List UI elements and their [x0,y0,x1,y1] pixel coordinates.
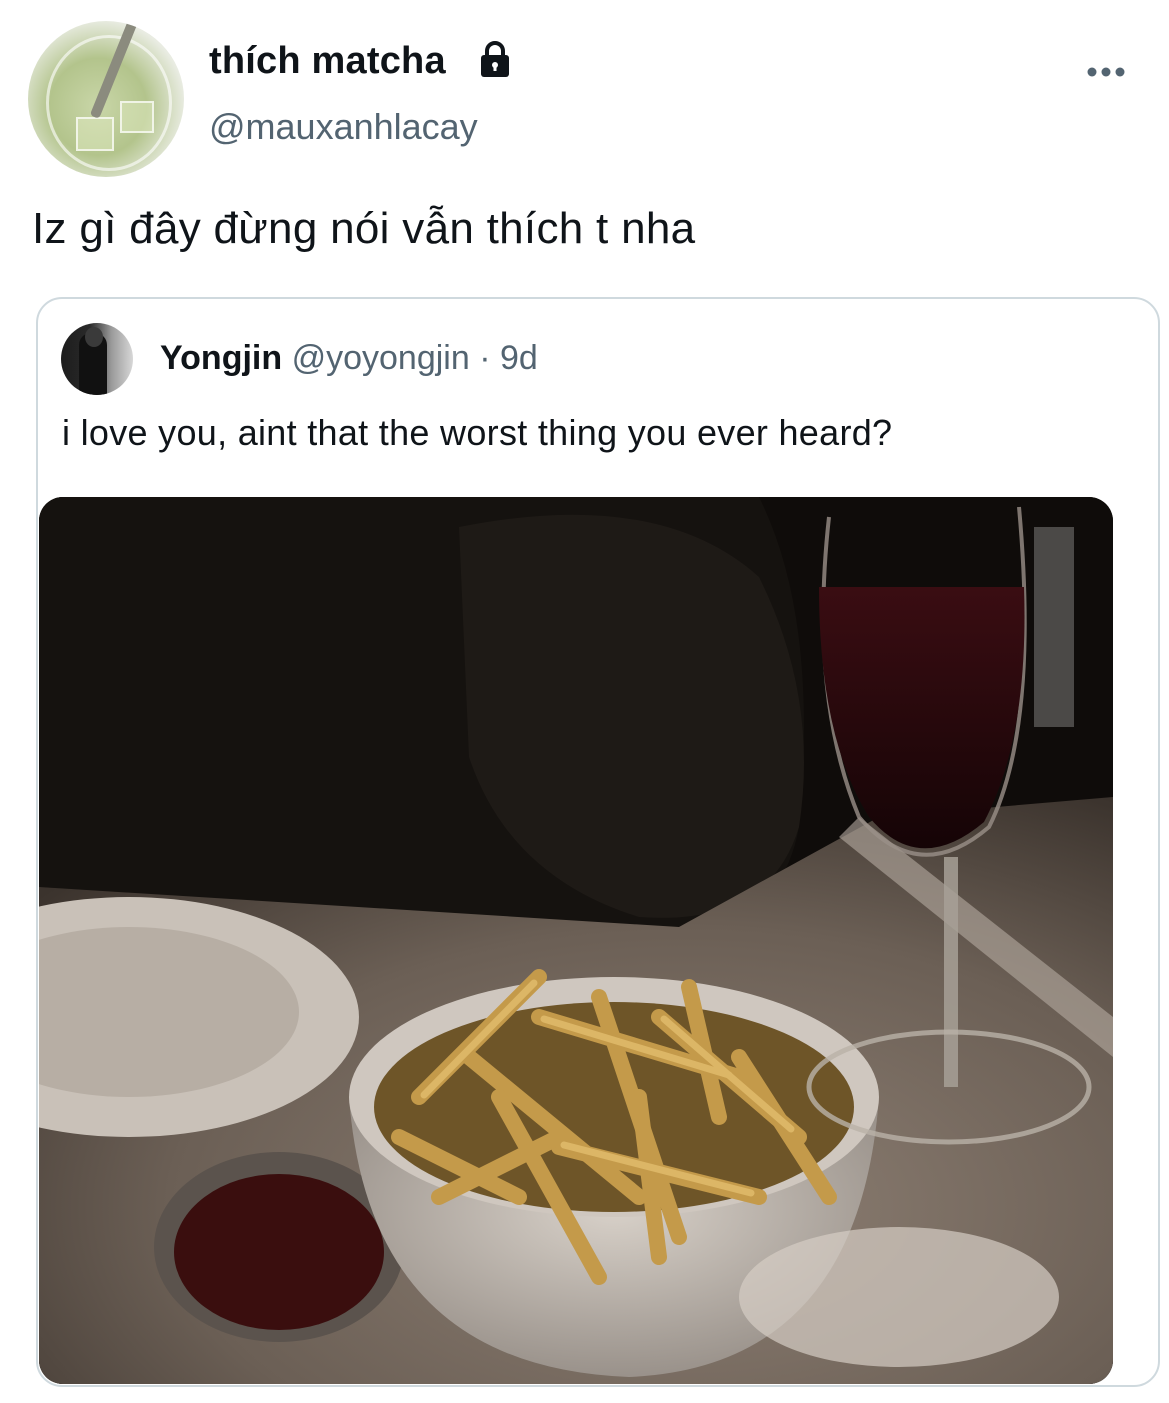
author-handle[interactable]: @mauxanhlacay [209,106,478,148]
quoted-tweet-photo[interactable] [39,497,1113,1384]
ellipsis-icon[interactable] [1086,62,1126,82]
avatar-head [85,327,103,347]
separator-dot: · [479,339,491,377]
lock-icon [481,41,509,77]
quoted-tweet-text: i love you, aint that the worst thing yo… [62,412,893,453]
quoted-tweet-header: Yongjin @yoyongjin · 9d [160,339,538,378]
quoted-author-name[interactable]: Yongjin [160,339,282,377]
tweet-text: Iz gì đây đừng nói vẫn thích t nha [32,204,696,253]
quoted-tweet-time[interactable]: 9d [500,339,538,377]
quoted-author-handle[interactable]: @yoyongjin [292,339,470,377]
avatar-ice-cube [120,101,154,133]
avatar-ice-cube [76,117,114,151]
author-avatar[interactable] [28,21,184,177]
photo-fries-and-wine [39,497,1113,1384]
quoted-author-avatar[interactable] [61,323,133,395]
author-display-name[interactable]: thích matcha [209,40,446,83]
